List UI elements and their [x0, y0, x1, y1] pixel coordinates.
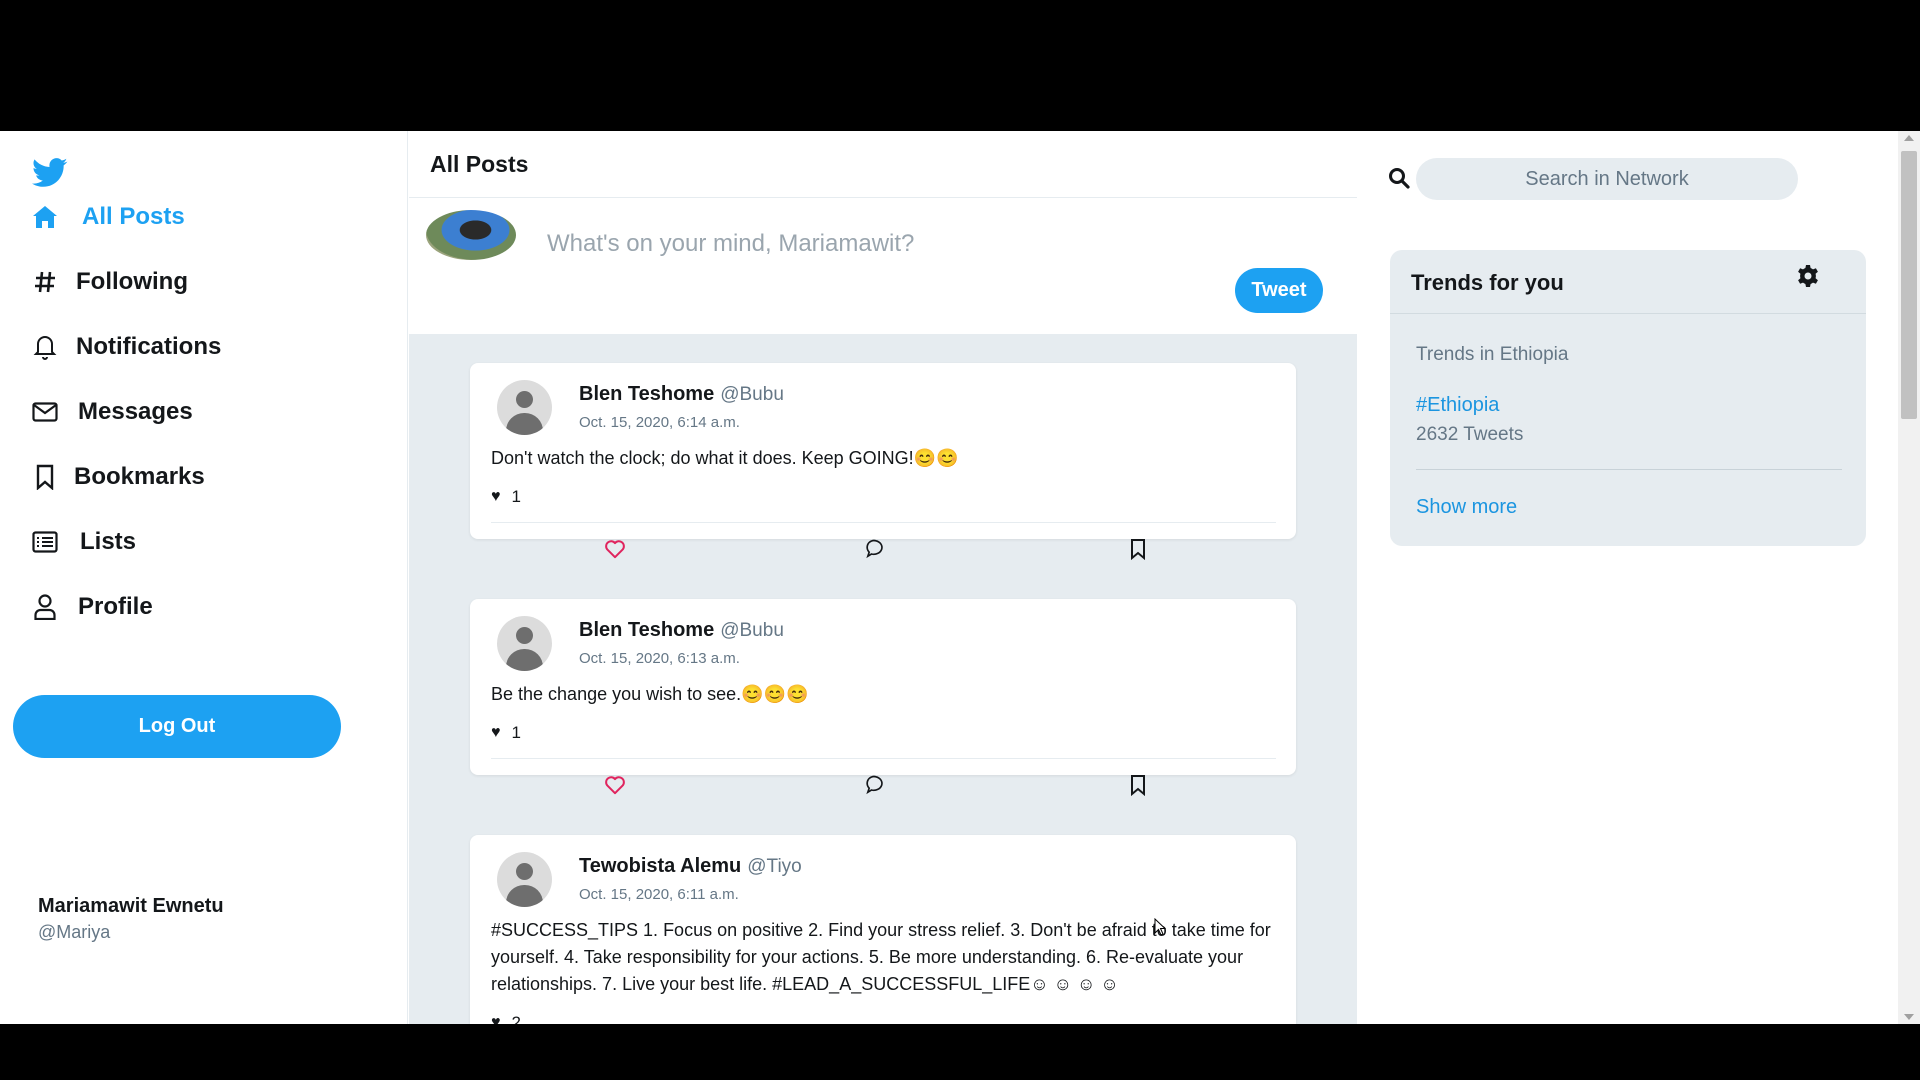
post-author-handle: @Bubu: [720, 384, 784, 405]
current-user-name[interactable]: Mariamawit Ewnetu: [38, 895, 224, 918]
like-count: 2: [511, 1013, 521, 1024]
nav-following[interactable]: Following: [30, 262, 188, 302]
post-timestamp: Oct. 15, 2020, 6:14 a.m.: [579, 414, 740, 431]
avatar[interactable]: [497, 852, 552, 907]
nav-label: All Posts: [82, 203, 185, 230]
reply-button[interactable]: [863, 772, 889, 798]
post-author-handle: @Bubu: [720, 620, 784, 641]
nav-bookmarks[interactable]: Bookmarks: [30, 457, 205, 497]
trends-title: Trends for you: [1411, 270, 1564, 295]
like-count: 1: [511, 487, 521, 506]
nav-label: Notifications: [76, 333, 222, 360]
heart-filled-icon: ♥: [491, 488, 501, 505]
hash-icon: [30, 267, 60, 297]
main-feed: All Posts Tweet Blen Teshome @Bubu Oct. 1…: [409, 131, 1357, 1024]
trends-panel: Trends for you Trends in Ethiopia #Ethio…: [1390, 250, 1866, 546]
heart-filled-icon: ♥: [491, 1014, 501, 1024]
app-viewport: All Posts Following Notifications Messag…: [0, 131, 1920, 1024]
scrollbar-thumb[interactable]: [1901, 151, 1917, 419]
comment-icon: [866, 539, 883, 559]
bookmark-icon: [1131, 539, 1145, 560]
nav-messages[interactable]: Messages: [30, 392, 193, 432]
post-author-name[interactable]: Blen Teshome: [579, 619, 714, 641]
heart-outline-icon: [605, 776, 625, 795]
logout-button[interactable]: Log Out: [13, 695, 341, 758]
search-input[interactable]: [1416, 158, 1798, 200]
post-author-handle: @Tiyo: [747, 856, 802, 877]
divider: [1390, 313, 1866, 314]
user-icon: [30, 592, 60, 622]
post-timestamp: Oct. 15, 2020, 6:13 a.m.: [579, 650, 740, 667]
post-like-count: ♥ 1: [491, 723, 521, 743]
scroll-down-arrow-icon[interactable]: [1904, 1014, 1914, 1020]
nav-all-posts[interactable]: All Posts: [30, 197, 185, 237]
nav-label: Lists: [80, 528, 137, 555]
search-icon[interactable]: [1388, 167, 1412, 191]
post-timestamp: Oct. 15, 2020, 6:11 a.m.: [579, 886, 739, 903]
post-text: Don't watch the clock; do what it does. …: [491, 448, 959, 468]
mouse-cursor-icon: [1154, 917, 1167, 936]
scroll-up-arrow-icon[interactable]: [1904, 135, 1914, 141]
trend-tweet-count: 2632 Tweets: [1416, 424, 1524, 445]
post-text: Be the change you wish to see.😊😊😊: [491, 684, 809, 704]
divider: [491, 758, 1276, 759]
tweet-composer: Tweet: [409, 198, 1357, 334]
bell-icon: [30, 332, 60, 362]
trend-hashtag-link[interactable]: #Ethiopia: [1416, 394, 1499, 417]
bookmark-button[interactable]: [1125, 536, 1151, 562]
nav-notifications[interactable]: Notifications: [30, 327, 221, 367]
trends-location: Trends in Ethiopia: [1416, 344, 1569, 365]
twitter-bird-icon[interactable]: [32, 157, 68, 189]
bookmark-icon: [1131, 775, 1145, 796]
current-user-handle: @Mariya: [38, 922, 111, 942]
nav-label: Following: [76, 268, 188, 295]
post-card: Blen Teshome @Bubu Oct. 15, 2020, 6:14 a.…: [470, 363, 1296, 560]
right-sidebar: Trends for you Trends in Ethiopia #Ethio…: [1358, 131, 1898, 1024]
nav-label: Messages: [78, 398, 193, 425]
nav-label: Bookmarks: [74, 463, 205, 490]
home-icon: [30, 202, 60, 232]
avatar[interactable]: [497, 616, 552, 671]
show-more-link[interactable]: Show more: [1416, 496, 1517, 519]
bookmark-button[interactable]: [1125, 772, 1151, 798]
nav-lists[interactable]: Lists: [30, 522, 136, 562]
heart-filled-icon: ♥: [491, 724, 501, 741]
post-card: Blen Teshome @Bubu Oct. 15, 2020, 6:13 a.…: [470, 599, 1296, 796]
post-author-name[interactable]: Tewobista Alemu: [579, 855, 741, 877]
left-sidebar: All Posts Following Notifications Messag…: [0, 131, 408, 1024]
comment-icon: [866, 775, 883, 795]
avatar: [426, 210, 516, 260]
tweet-button[interactable]: Tweet: [1235, 268, 1323, 313]
page-title: All Posts: [430, 151, 529, 177]
divider: [491, 522, 1276, 523]
post-author-name[interactable]: Blen Teshome: [579, 383, 714, 405]
feed-header: All Posts: [409, 131, 1357, 198]
post-card: Tewobista Alemu @Tiyo Oct. 15, 2020, 6:11…: [470, 835, 1296, 1024]
post-like-count: ♥ 2: [491, 1013, 521, 1024]
reply-button[interactable]: [863, 536, 889, 562]
list-icon: [30, 527, 60, 557]
top-letterbox: [0, 0, 1920, 131]
avatar[interactable]: [497, 380, 552, 435]
envelope-icon: [30, 397, 60, 427]
nav-profile[interactable]: Profile: [30, 587, 153, 627]
post-like-count: ♥ 1: [491, 487, 521, 507]
like-button[interactable]: [602, 772, 628, 798]
bottom-letterbox: [0, 1024, 1920, 1080]
nav-label: Profile: [78, 593, 153, 620]
tweet-input[interactable]: [547, 228, 1307, 260]
like-count: 1: [511, 723, 521, 742]
divider: [1416, 469, 1842, 470]
page-scrollbar[interactable]: [1898, 131, 1920, 1024]
like-button[interactable]: [602, 536, 628, 562]
bookmark-icon: [30, 462, 60, 492]
heart-outline-icon: [605, 540, 625, 559]
gear-icon[interactable]: [1796, 264, 1822, 290]
